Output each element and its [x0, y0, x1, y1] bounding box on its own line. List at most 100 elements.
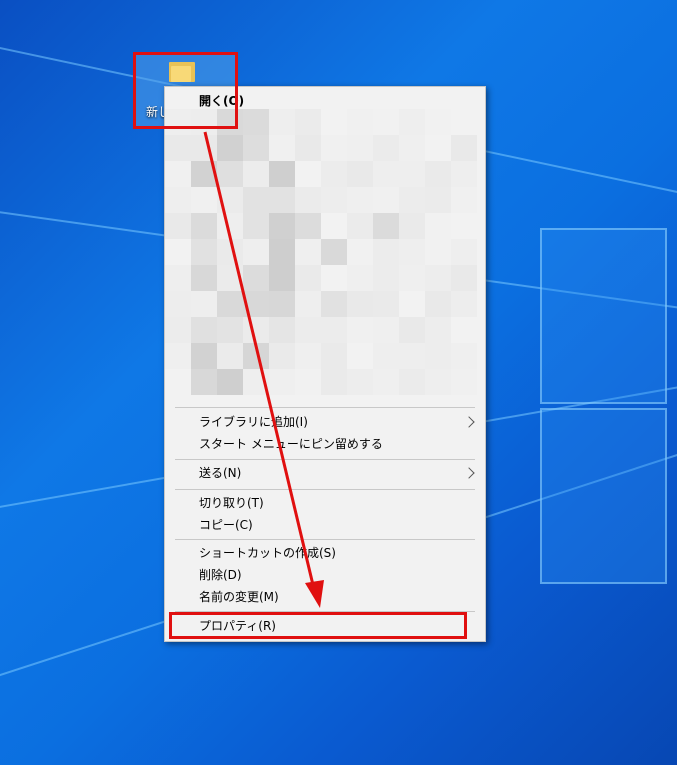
mosaic-tile: [451, 135, 477, 161]
highlight-properties-box: [169, 612, 467, 639]
menu-item-label: 名前の変更(M): [199, 590, 279, 604]
mosaic-tile: [451, 239, 477, 265]
mosaic-tile: [373, 239, 399, 265]
mosaic-tile: [165, 239, 191, 265]
menu-item-label: スタート メニューにピン留めする: [199, 437, 383, 451]
mosaic-tile: [217, 239, 243, 265]
menu-item-cut[interactable]: 切り取り(T): [165, 492, 485, 514]
mosaic-tile: [191, 135, 217, 161]
mosaic-tile: [321, 187, 347, 213]
mosaic-tile: [191, 265, 217, 291]
mosaic-tile: [295, 317, 321, 343]
mosaic-tile: [347, 317, 373, 343]
mosaic-tile: [165, 369, 191, 395]
mosaic-tile: [347, 265, 373, 291]
mosaic-tile: [347, 291, 373, 317]
mosaic-tile: [243, 317, 269, 343]
mosaic-tile: [243, 265, 269, 291]
mosaic-tile: [451, 369, 477, 395]
mosaic-tile: [243, 291, 269, 317]
mosaic-tile: [399, 213, 425, 239]
mosaic-tile: [269, 291, 295, 317]
menu-item-pin-to-start[interactable]: スタート メニューにピン留めする: [165, 433, 485, 455]
menu-separator: [175, 459, 475, 460]
mosaic-tile: [399, 265, 425, 291]
mosaic-tile: [269, 369, 295, 395]
mosaic-tile: [165, 161, 191, 187]
mosaic-tile: [399, 109, 425, 135]
mosaic-tile: [425, 161, 451, 187]
mosaic-tile: [191, 213, 217, 239]
menu-item-rename[interactable]: 名前の変更(M): [165, 586, 485, 608]
mosaic-tile: [399, 343, 425, 369]
mosaic-tile: [269, 109, 295, 135]
mosaic-tile: [373, 161, 399, 187]
mosaic-tile: [321, 369, 347, 395]
mosaic-tile: [191, 239, 217, 265]
mosaic-tile: [425, 265, 451, 291]
mosaic-tile: [451, 291, 477, 317]
mosaic-tile: [399, 239, 425, 265]
menu-item-create-shortcut[interactable]: ショートカットの作成(S): [165, 542, 485, 564]
mosaic-tile: [425, 187, 451, 213]
mosaic-tile: [451, 265, 477, 291]
mosaic-tile: [269, 265, 295, 291]
mosaic-tile: [451, 317, 477, 343]
mosaic-tile: [373, 291, 399, 317]
mosaic-tile: [321, 109, 347, 135]
mosaic-tile: [321, 265, 347, 291]
mosaic-tile: [451, 161, 477, 187]
mosaic-tile: [217, 213, 243, 239]
mosaic-tile: [321, 135, 347, 161]
mosaic-tile: [425, 213, 451, 239]
mosaic-tile: [165, 317, 191, 343]
mosaic-tile: [373, 369, 399, 395]
mosaic-tile: [425, 239, 451, 265]
mosaic-tile: [269, 239, 295, 265]
mosaic-tile: [321, 213, 347, 239]
mosaic-tile: [269, 213, 295, 239]
mosaic-tile: [451, 187, 477, 213]
mosaic-tile: [321, 291, 347, 317]
mosaic-tile: [217, 135, 243, 161]
chevron-right-icon: [463, 467, 475, 479]
mosaic-tile: [347, 369, 373, 395]
mosaic-tile: [269, 161, 295, 187]
mosaic-tile: [217, 291, 243, 317]
mosaic-tile: [399, 369, 425, 395]
menu-item-send-to[interactable]: 送る(N): [165, 462, 485, 484]
menu-separator: [175, 489, 475, 490]
mosaic-tile: [321, 343, 347, 369]
mosaic-tile: [399, 291, 425, 317]
highlight-open-box: [133, 52, 238, 129]
menu-item-label: 切り取り(T): [199, 496, 264, 510]
mosaic-tile: [165, 265, 191, 291]
mosaic-tile: [217, 187, 243, 213]
mosaic-tile: [295, 239, 321, 265]
mosaic-tile: [191, 369, 217, 395]
mosaic-tile: [269, 343, 295, 369]
redacted-menu-area: [165, 109, 485, 404]
mosaic-tile: [373, 135, 399, 161]
mosaic-tile: [425, 109, 451, 135]
menu-item-label: 送る(N): [199, 466, 242, 480]
mosaic-tile: [269, 135, 295, 161]
mosaic-tile: [243, 213, 269, 239]
mosaic-tile: [347, 343, 373, 369]
mosaic-tile: [425, 369, 451, 395]
menu-item-copy[interactable]: コピー(C): [165, 514, 485, 536]
mosaic-tile: [373, 109, 399, 135]
menu-item-add-to-library[interactable]: ライブラリに追加(I): [165, 411, 485, 433]
menu-item-label: ショートカットの作成(S): [199, 546, 336, 560]
mosaic-tile: [321, 317, 347, 343]
mosaic-tile: [217, 161, 243, 187]
menu-separator: [175, 539, 475, 540]
mosaic-tile: [373, 265, 399, 291]
menu-item-delete[interactable]: 削除(D): [165, 564, 485, 586]
mosaic-tile: [269, 187, 295, 213]
mosaic-tile: [295, 213, 321, 239]
mosaic-tile: [451, 343, 477, 369]
mosaic-tile: [191, 317, 217, 343]
mosaic-tile: [347, 161, 373, 187]
mosaic-tile: [295, 109, 321, 135]
